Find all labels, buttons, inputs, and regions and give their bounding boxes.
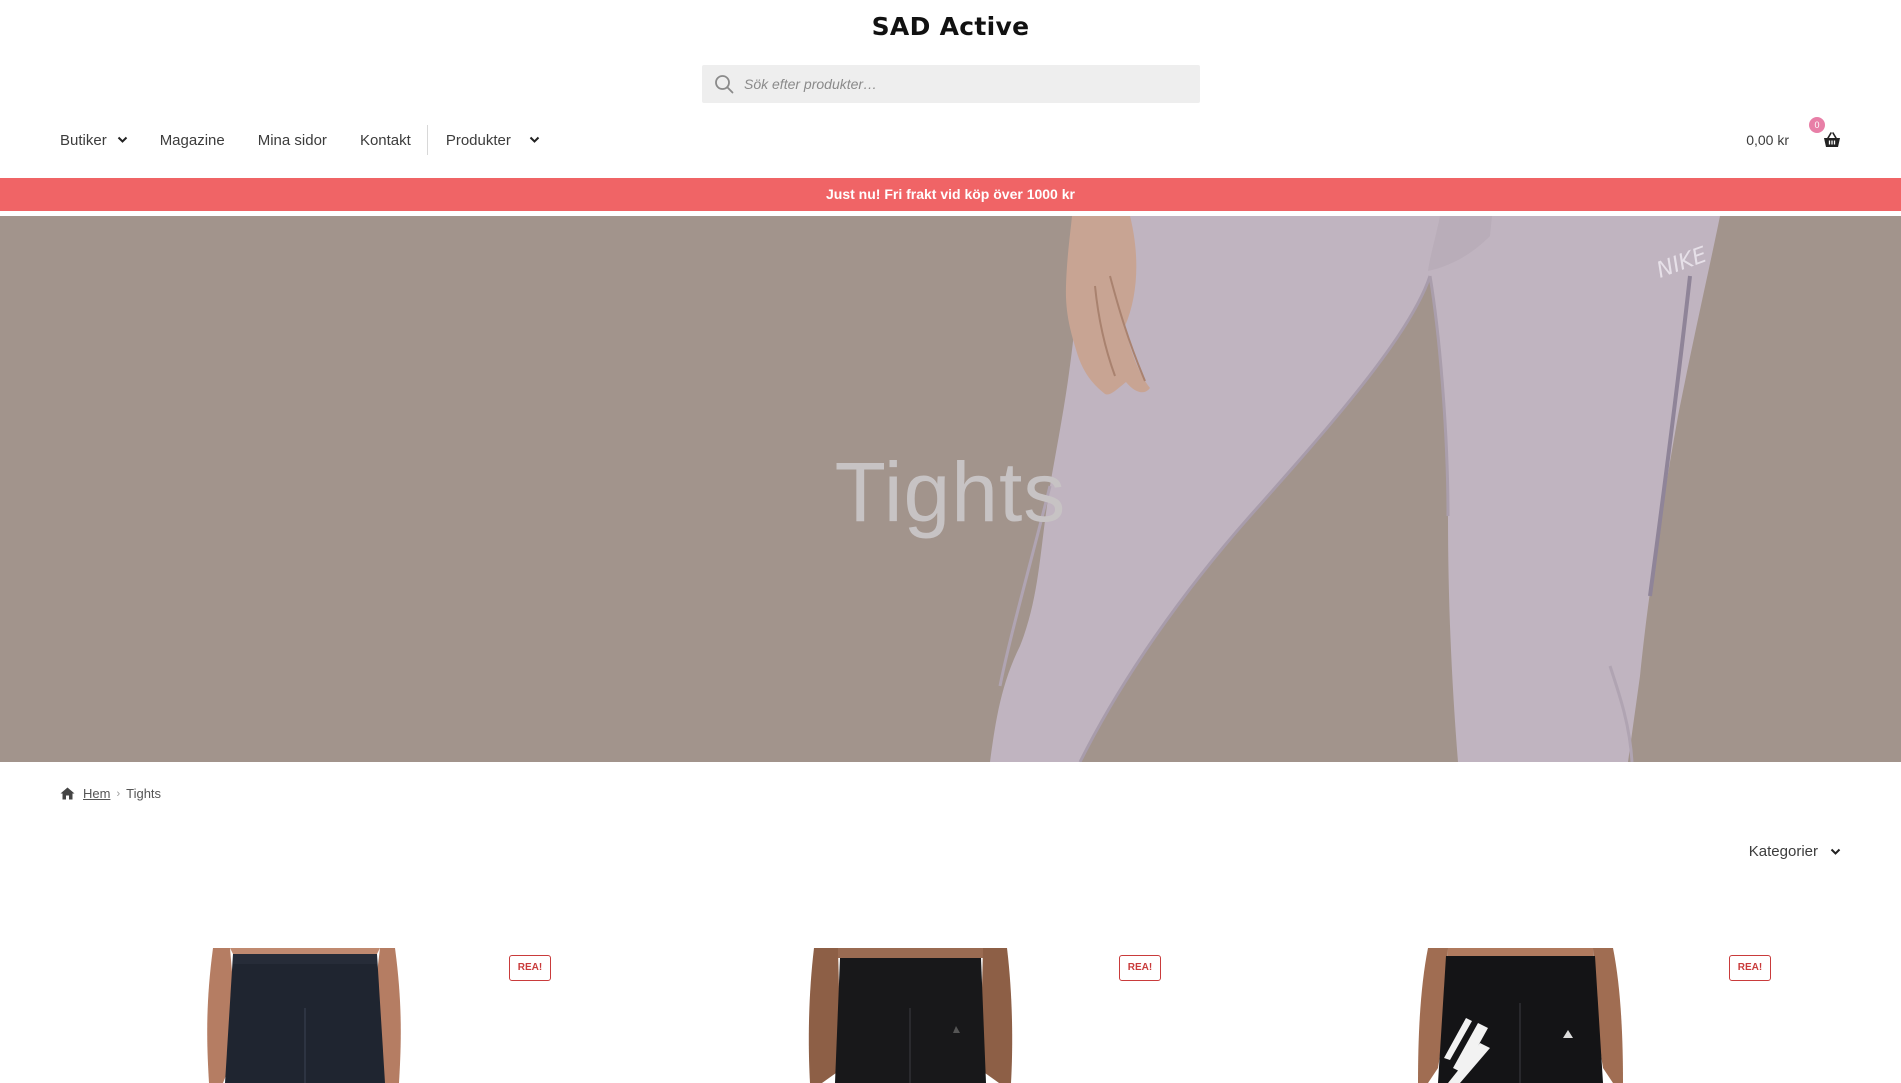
nav-divider <box>426 125 428 155</box>
nav-item-label: Kontakt <box>359 131 411 149</box>
cart-count-badge: 0 <box>1809 117 1825 133</box>
chevron-down-icon <box>117 136 127 143</box>
chevron-down-icon <box>529 136 540 143</box>
nav-item-label: Magazine <box>159 131 225 149</box>
sale-badge: REA! <box>1729 955 1771 981</box>
promo-banner: Just nu! Fri frakt vid köp över 1000 kr <box>0 178 1901 211</box>
chevron-down-icon <box>1830 848 1841 855</box>
search-box[interactable] <box>702 65 1200 103</box>
hero-banner: NIKE Tights <box>0 216 1901 762</box>
basket-icon <box>1824 132 1840 147</box>
home-icon <box>60 787 75 800</box>
cart-basket[interactable]: 0 <box>1809 117 1841 149</box>
sale-badge: REA! <box>509 955 551 981</box>
site-title[interactable]: SAD Active <box>0 12 1901 41</box>
sale-badge: REA! <box>1119 955 1161 981</box>
nav-item-mina-sidor[interactable]: Mina sidor <box>258 132 327 149</box>
category-dropdown[interactable]: Kategorier <box>1749 843 1841 860</box>
category-dropdown-label: Kategorier <box>1748 843 1818 860</box>
breadcrumb-home-link[interactable]: Hem <box>83 786 110 801</box>
nav-item-label: Butiker <box>60 131 107 149</box>
breadcrumb-separator-icon: › <box>116 787 121 800</box>
cart-link[interactable]: 0,00 kr 0 <box>1746 117 1841 152</box>
nav-item-produkter[interactable]: Produkter <box>446 132 540 149</box>
product-image[interactable] <box>808 948 1013 1083</box>
nav-item-label: Mina sidor <box>257 131 327 149</box>
product-image[interactable] <box>205 948 405 1083</box>
search-icon <box>715 75 734 94</box>
breadcrumb: Hem › Tights <box>60 786 161 801</box>
search-input[interactable] <box>744 76 1200 92</box>
nav-item-label: Produkter <box>445 131 511 149</box>
product-image[interactable] <box>1418 948 1623 1083</box>
cart-total: 0,00 kr <box>1746 132 1789 148</box>
breadcrumb-current: Tights <box>126 786 162 801</box>
nav-item-butiker[interactable]: Butiker <box>60 132 128 149</box>
nav-item-kontakt[interactable]: Kontakt <box>360 132 411 149</box>
nav-item-magazine[interactable]: Magazine <box>160 132 225 149</box>
main-nav: Butiker Magazine Mina sidor Kontakt Prod… <box>60 125 540 155</box>
page-title: Tights <box>834 445 1067 539</box>
